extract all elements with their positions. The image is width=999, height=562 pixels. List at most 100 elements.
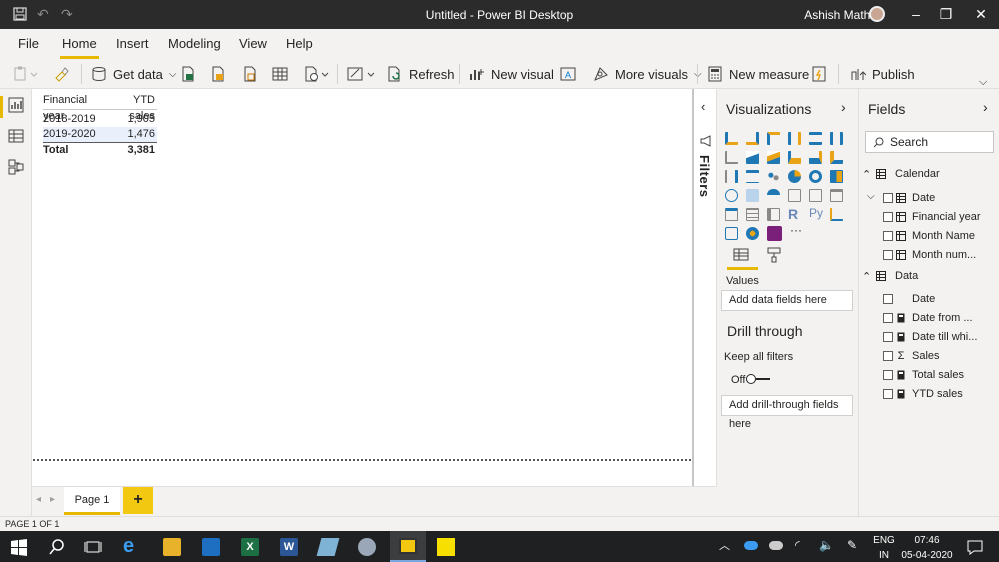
prev-page-icon[interactable]: ◂ bbox=[36, 494, 41, 505]
table-icon[interactable] bbox=[746, 208, 759, 221]
get-data-button[interactable]: Get data ⌵ bbox=[91, 65, 176, 83]
clustered-column-chart-icon[interactable] bbox=[788, 132, 801, 145]
python-visual-icon[interactable]: Py bbox=[809, 206, 825, 220]
tray-chevron-icon[interactable]: ︿ bbox=[719, 540, 730, 552]
text-box-icon[interactable]: A bbox=[560, 65, 576, 83]
file-explorer-icon[interactable] bbox=[163, 538, 181, 556]
arcgis-icon[interactable] bbox=[746, 227, 759, 240]
field-month-name[interactable]: Month Name bbox=[912, 230, 975, 246]
stacked-column-chart-icon[interactable] bbox=[746, 132, 759, 145]
field-date-from[interactable]: Date from ... bbox=[912, 312, 973, 328]
save-icon[interactable] bbox=[13, 7, 27, 23]
excel-icon[interactable]: X bbox=[241, 538, 259, 556]
pen-icon[interactable]: ✎ bbox=[847, 539, 857, 551]
format-paint-roller-icon[interactable] bbox=[766, 247, 782, 263]
waterfall-chart-icon[interactable] bbox=[725, 170, 738, 183]
restore-icon[interactable]: ❐ bbox=[928, 0, 964, 29]
excel-icon[interactable] bbox=[180, 65, 196, 83]
word-icon[interactable]: W bbox=[280, 538, 298, 556]
report-view-icon[interactable] bbox=[8, 97, 24, 113]
column-header-financial-year[interactable]: Financial year bbox=[43, 92, 107, 122]
more-visuals-button[interactable]: More visuals ⌵ bbox=[593, 65, 702, 83]
100-stacked-bar-chart-icon[interactable] bbox=[809, 132, 822, 145]
matrix-icon[interactable] bbox=[767, 208, 780, 221]
field-checkbox[interactable] bbox=[883, 389, 893, 399]
expand-filters-icon[interactable]: ‹ bbox=[701, 99, 705, 114]
outlook-icon[interactable] bbox=[202, 538, 220, 556]
field-date-till[interactable]: Date till whi... bbox=[912, 331, 977, 347]
field-checkbox[interactable] bbox=[883, 313, 893, 323]
task-view-icon[interactable] bbox=[84, 538, 102, 556]
column-header-ytd-sales[interactable]: YTD sales bbox=[107, 92, 157, 122]
field-total-sales[interactable]: Total sales bbox=[912, 369, 964, 385]
slicer-icon[interactable] bbox=[725, 208, 738, 221]
publish-button[interactable]: Publish bbox=[850, 65, 915, 83]
field-sales[interactable]: Sales bbox=[912, 350, 940, 366]
table-name-data[interactable]: Data bbox=[895, 270, 918, 286]
map-icon[interactable] bbox=[725, 189, 738, 202]
enter-data-icon[interactable] bbox=[272, 65, 288, 83]
collapse-fields-icon[interactable]: › bbox=[983, 99, 988, 115]
fields-search-input[interactable]: Search bbox=[865, 131, 994, 153]
tab-insert[interactable]: Insert bbox=[116, 36, 149, 51]
field-data-date[interactable]: Date bbox=[912, 293, 935, 309]
collapse-data-icon[interactable]: ⌃ bbox=[862, 270, 871, 286]
donut-chart-icon[interactable] bbox=[809, 170, 822, 183]
field-checkbox[interactable] bbox=[883, 351, 893, 361]
clustered-bar-chart-icon[interactable] bbox=[767, 132, 780, 145]
model-view-icon[interactable] bbox=[8, 159, 24, 175]
tab-help[interactable]: Help bbox=[286, 36, 313, 51]
collapse-calendar-icon[interactable]: ⌃ bbox=[862, 168, 871, 184]
add-page-button[interactable]: + bbox=[123, 487, 153, 514]
keep-filters-toggle[interactable] bbox=[746, 374, 771, 384]
filters-pane[interactable]: ‹ Filters bbox=[692, 89, 717, 486]
recent-sources-icon[interactable] bbox=[304, 65, 330, 83]
qna-icon[interactable] bbox=[725, 227, 738, 240]
next-page-icon[interactable]: ▸ bbox=[50, 494, 55, 505]
ribbon-chart-icon[interactable] bbox=[830, 151, 843, 164]
field-ytd-sales[interactable]: YTD sales bbox=[912, 388, 963, 404]
refresh-button[interactable]: Refresh bbox=[387, 65, 455, 83]
key-influencers-icon[interactable] bbox=[830, 208, 843, 221]
new-visual-button[interactable]: New visual bbox=[469, 65, 554, 83]
windows-start-icon[interactable] bbox=[10, 538, 28, 556]
paste-icon[interactable] bbox=[13, 65, 39, 83]
page-tab-1[interactable]: Page 1 bbox=[64, 487, 120, 515]
kpi-icon[interactable] bbox=[830, 189, 843, 202]
pie-chart-icon[interactable] bbox=[788, 170, 801, 183]
tab-modeling[interactable]: Modeling bbox=[168, 36, 221, 51]
line-and-column-chart-icon[interactable] bbox=[788, 151, 801, 164]
field-checkbox[interactable] bbox=[883, 193, 893, 203]
100-stacked-column-chart-icon[interactable] bbox=[830, 132, 843, 145]
dataset-icon[interactable] bbox=[210, 65, 226, 83]
transform-data-icon[interactable] bbox=[347, 65, 377, 83]
cloud-icon[interactable] bbox=[769, 541, 783, 550]
sql-server-icon[interactable] bbox=[242, 65, 258, 83]
volume-icon[interactable]: 🔈 bbox=[819, 539, 834, 551]
line-and-clustered-column-chart-icon[interactable] bbox=[809, 151, 822, 164]
field-checkbox[interactable] bbox=[883, 250, 893, 260]
tab-view[interactable]: View bbox=[239, 36, 267, 51]
field-checkbox[interactable] bbox=[883, 294, 893, 304]
collapse-date-hierarchy-icon[interactable]: ⌵ bbox=[867, 191, 875, 207]
multi-row-card-icon[interactable] bbox=[809, 189, 822, 202]
field-checkbox[interactable] bbox=[883, 212, 893, 222]
format-painter-icon[interactable] bbox=[53, 65, 69, 83]
line-chart-icon[interactable] bbox=[725, 151, 738, 164]
area-chart-icon[interactable] bbox=[746, 151, 759, 164]
paint-icon[interactable] bbox=[358, 538, 376, 556]
gauge-icon[interactable] bbox=[767, 189, 780, 202]
redo-icon[interactable]: ↷ bbox=[61, 7, 73, 21]
field-checkbox[interactable] bbox=[883, 332, 893, 342]
drill-through-well[interactable]: Add drill-through fields here bbox=[721, 395, 853, 430]
sticky-notes-icon[interactable] bbox=[437, 538, 455, 556]
notifications-icon[interactable] bbox=[966, 538, 984, 556]
language-indicator[interactable]: ENG IN bbox=[872, 535, 896, 562]
fields-well-icon[interactable] bbox=[733, 247, 751, 263]
edge-icon[interactable]: e bbox=[123, 536, 141, 556]
card-icon[interactable] bbox=[788, 189, 801, 202]
search-icon[interactable] bbox=[48, 538, 66, 556]
collapse-visualizations-icon[interactable]: › bbox=[841, 99, 846, 115]
avatar[interactable] bbox=[869, 6, 885, 22]
r-visual-icon[interactable]: R bbox=[788, 206, 801, 222]
